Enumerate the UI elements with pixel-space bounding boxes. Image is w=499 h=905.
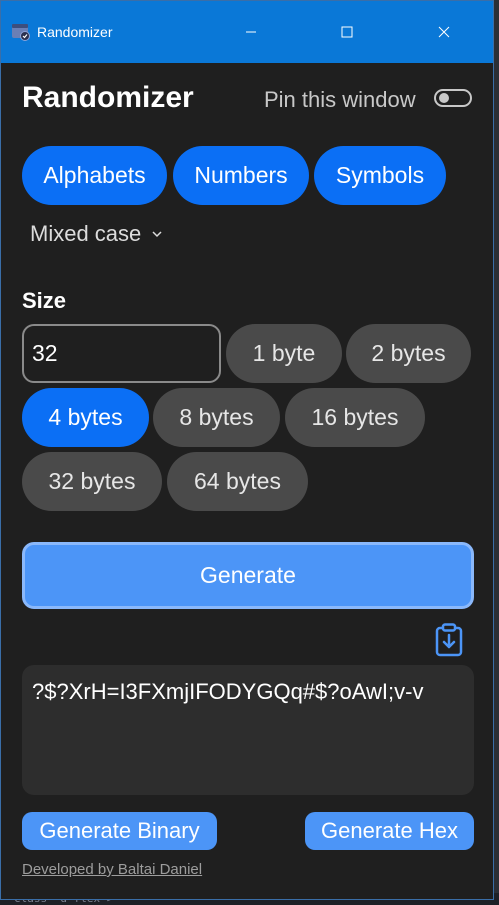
case-select-value: Mixed case bbox=[30, 221, 142, 246]
size-preset-16-bytes[interactable]: 16 bytes bbox=[285, 388, 425, 447]
case-select[interactable]: Mixed case bbox=[30, 221, 163, 247]
output-textarea[interactable]: ?$?XrH=I3FXmjIFODYGQq#$?oAwI;v-v bbox=[22, 665, 474, 795]
size-preset-1-byte[interactable]: 1 byte bbox=[226, 324, 342, 383]
size-preset-8-bytes[interactable]: 8 bytes bbox=[153, 388, 280, 447]
maximize-icon bbox=[341, 26, 353, 38]
size-label: Size bbox=[22, 288, 67, 313]
randomizer-window: Randomizer Randomizer Pin this window Al… bbox=[0, 0, 494, 900]
size-preset-32-bytes[interactable]: 32 bytes bbox=[22, 452, 162, 511]
minimize-icon bbox=[246, 31, 256, 33]
app-content: Randomizer Pin this window Alphabets Num… bbox=[1, 63, 493, 899]
generate-binary-button[interactable]: Generate Binary bbox=[22, 812, 217, 850]
pin-window-toggle[interactable] bbox=[434, 89, 472, 107]
close-icon bbox=[438, 26, 450, 38]
size-preset-2-bytes[interactable]: 2 bytes bbox=[346, 324, 471, 383]
clipboard-download-icon[interactable] bbox=[432, 622, 466, 658]
charset-alphabets-button[interactable]: Alphabets bbox=[22, 146, 167, 205]
app-icon bbox=[11, 22, 31, 42]
generate-button[interactable]: Generate bbox=[22, 542, 474, 609]
pin-window-label: Pin this window bbox=[264, 87, 416, 112]
app-title: Randomizer bbox=[22, 81, 194, 114]
generate-hex-button[interactable]: Generate Hex bbox=[305, 812, 474, 850]
size-preset-4-bytes[interactable]: 4 bytes bbox=[22, 388, 149, 447]
size-preset-64-bytes[interactable]: 64 bytes bbox=[167, 452, 308, 511]
toggle-knob bbox=[439, 93, 449, 103]
minimize-button[interactable] bbox=[228, 1, 274, 63]
size-input[interactable]: 32 bbox=[22, 324, 221, 383]
maximize-button[interactable] bbox=[324, 1, 370, 63]
developer-credit-link[interactable]: Developed by Baltai Daniel bbox=[22, 861, 202, 878]
charset-symbols-button[interactable]: Symbols bbox=[314, 146, 446, 205]
charset-numbers-button[interactable]: Numbers bbox=[173, 146, 309, 205]
close-button[interactable] bbox=[421, 1, 467, 63]
chevron-down-icon bbox=[151, 230, 163, 238]
window-title: Randomizer bbox=[37, 24, 113, 40]
title-bar[interactable]: Randomizer bbox=[1, 1, 493, 63]
